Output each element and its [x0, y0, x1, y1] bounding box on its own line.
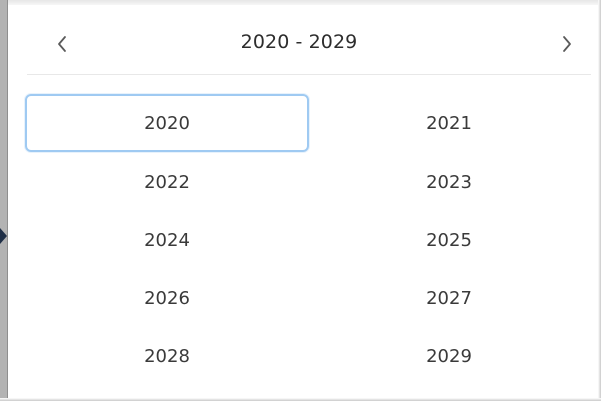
header-divider — [27, 74, 591, 75]
year-cell-2025[interactable]: 2025 — [307, 211, 591, 269]
year-cell-2020[interactable]: 2020 — [25, 94, 309, 152]
year-cell-2028[interactable]: 2028 — [25, 327, 309, 385]
year-cell-2026[interactable]: 2026 — [25, 269, 309, 327]
year-cell-2022[interactable]: 2022 — [25, 153, 309, 211]
year-picker-screen: 2020 - 2029 2020 2021 2022 2023 2024 2025 2026… — [0, 0, 601, 401]
window-left-border-line — [7, 0, 8, 401]
next-decade-button[interactable] — [555, 32, 579, 56]
year-cell-2024[interactable]: 2024 — [25, 211, 309, 269]
year-picker-header: 2020 - 2029 — [18, 18, 580, 68]
decade-range-title: 2020 - 2029 — [240, 31, 358, 53]
year-cell-2021[interactable]: 2021 — [307, 94, 591, 152]
pointer-arrow-icon — [0, 228, 7, 244]
year-cell-2023[interactable]: 2023 — [307, 153, 591, 211]
year-cell-2027[interactable]: 2027 — [307, 269, 591, 327]
year-cell-2029[interactable]: 2029 — [307, 327, 591, 385]
chevron-right-icon — [563, 36, 571, 52]
